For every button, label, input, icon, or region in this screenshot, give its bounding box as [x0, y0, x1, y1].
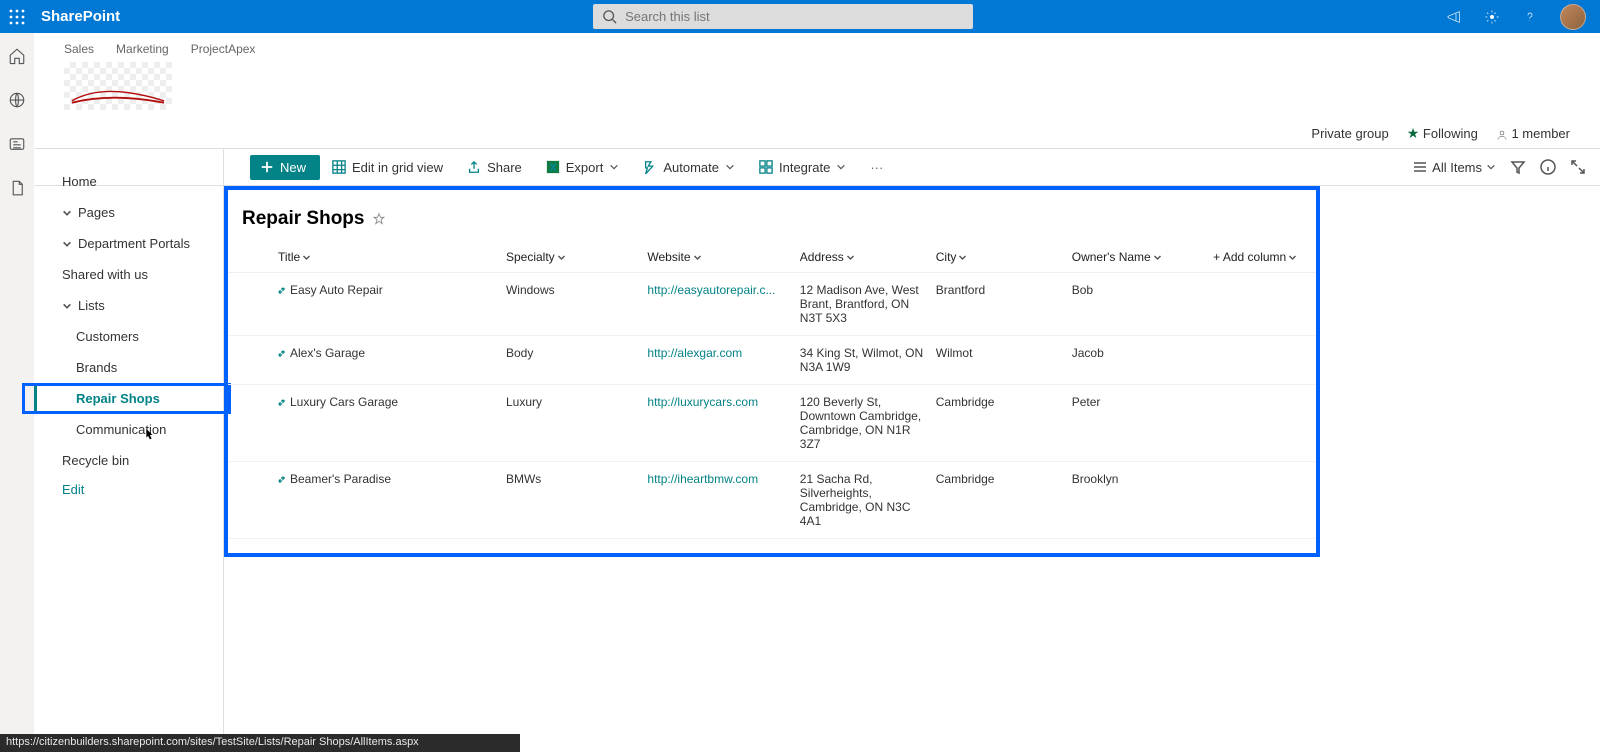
- filter-icon[interactable]: [1510, 159, 1526, 175]
- list-highlight-box: Repair Shops Title Specialty Website Add…: [224, 186, 1320, 557]
- export-button[interactable]: XExport: [534, 160, 632, 175]
- table-row[interactable]: Luxury Cars GarageLuxuryhttp://luxurycar…: [228, 385, 1316, 462]
- website-link[interactable]: http://iheartbmw.com: [647, 472, 758, 486]
- nav-list-repairshops[interactable]: Repair Shops: [34, 383, 223, 414]
- members-link[interactable]: 1 member: [1496, 126, 1570, 141]
- website-link[interactable]: http://easyautorepair.c...: [647, 283, 775, 297]
- new-button[interactable]: New: [250, 155, 320, 180]
- site-logo[interactable]: [64, 62, 172, 110]
- brand-label: SharePoint: [41, 8, 120, 25]
- nav-lists[interactable]: Lists: [34, 290, 223, 321]
- following-toggle[interactable]: ★ Following: [1407, 125, 1478, 142]
- svg-text:X: X: [550, 163, 556, 173]
- integrate-button[interactable]: Integrate: [747, 160, 858, 175]
- cursor-icon: [142, 428, 156, 442]
- list-table: Title Specialty Website Address City Own…: [228, 242, 1316, 539]
- search-icon: [603, 10, 617, 24]
- table-row[interactable]: Easy Auto RepairWindowshttp://easyautore…: [228, 273, 1316, 336]
- col-add[interactable]: + Add column: [1207, 242, 1316, 273]
- news-icon[interactable]: [8, 135, 26, 153]
- col-title[interactable]: Title: [228, 242, 500, 273]
- nav-edit-link[interactable]: Edit: [34, 476, 223, 497]
- chevron-down-icon: [62, 208, 72, 218]
- nav-dept[interactable]: Department Portals: [34, 228, 223, 259]
- more-button[interactable]: ···: [858, 160, 895, 175]
- col-city[interactable]: City: [930, 242, 1066, 273]
- nav-list-customers[interactable]: Customers: [34, 321, 223, 352]
- search-box[interactable]: [593, 4, 973, 29]
- global-link[interactable]: Sales: [64, 42, 94, 56]
- edit-grid-button[interactable]: Edit in grid view: [320, 160, 455, 175]
- global-link[interactable]: ProjectApex: [191, 42, 256, 56]
- view-switcher[interactable]: All Items: [1412, 159, 1496, 175]
- megaphone-icon[interactable]: [1446, 9, 1462, 25]
- table-row[interactable]: Alex's GarageBodyhttp://alexgar.com34 Ki…: [228, 336, 1316, 385]
- website-link[interactable]: http://luxurycars.com: [647, 395, 758, 409]
- chevron-down-icon: [62, 239, 72, 249]
- nav-list-brands[interactable]: Brands: [34, 352, 223, 383]
- automate-button[interactable]: Automate: [631, 160, 747, 175]
- col-owner[interactable]: Owner's Name: [1066, 242, 1207, 273]
- global-link[interactable]: Marketing: [116, 42, 169, 56]
- col-website[interactable]: Website: [641, 242, 793, 273]
- globe-icon[interactable]: [8, 91, 26, 109]
- waffle-icon: [9, 9, 25, 25]
- col-address[interactable]: Address: [794, 242, 930, 273]
- file-icon[interactable]: [8, 179, 26, 197]
- nav-home[interactable]: Home: [34, 166, 223, 197]
- expand-icon[interactable]: [1570, 159, 1586, 175]
- nav-list-communication[interactable]: Communication: [34, 414, 223, 445]
- settings-icon[interactable]: [1484, 9, 1500, 25]
- list-title: Repair Shops: [228, 204, 1316, 242]
- home-icon[interactable]: [8, 47, 26, 65]
- privacy-label: Private group: [1311, 126, 1388, 141]
- chevron-down-icon: [62, 301, 72, 311]
- nav-pages[interactable]: Pages: [34, 197, 223, 228]
- info-icon[interactable]: [1540, 159, 1556, 175]
- col-specialty[interactable]: Specialty: [500, 242, 641, 273]
- favorite-star-icon[interactable]: [372, 212, 386, 226]
- nav-shared[interactable]: Shared with us: [34, 259, 223, 290]
- app-launcher-button[interactable]: [0, 0, 33, 33]
- browser-status-bar: https://citizenbuilders.sharepoint.com/s…: [0, 734, 520, 752]
- help-icon[interactable]: [1522, 9, 1538, 25]
- share-button[interactable]: Share: [455, 160, 534, 175]
- search-input[interactable]: [625, 9, 963, 24]
- table-row[interactable]: Beamer's ParadiseBMWshttp://iheartbmw.co…: [228, 462, 1316, 539]
- global-links: Sales Marketing ProjectApex: [64, 39, 1570, 56]
- website-link[interactable]: http://alexgar.com: [647, 346, 742, 360]
- nav-recycle[interactable]: Recycle bin: [34, 445, 223, 476]
- profile-avatar[interactable]: [1560, 4, 1586, 30]
